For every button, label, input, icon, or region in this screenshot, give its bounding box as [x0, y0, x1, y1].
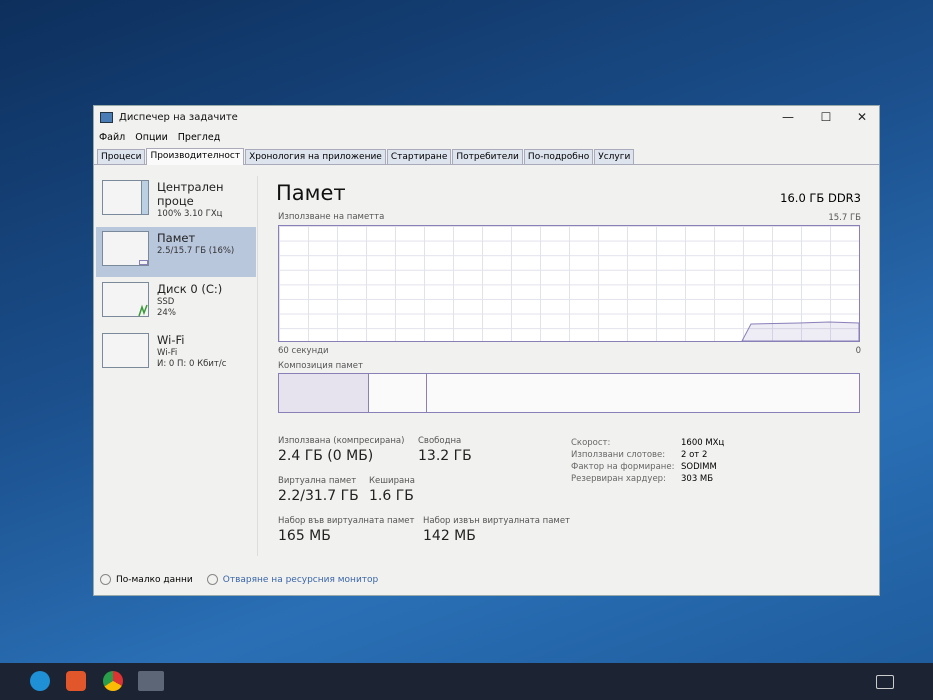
sidebar-item-memory[interactable]: Памет 2.5/15.7 ГБ (16%): [96, 227, 256, 277]
minimize-button[interactable]: —: [770, 110, 806, 124]
in-use-segment: [279, 374, 369, 412]
sidebar-label: Памет: [157, 231, 196, 245]
page-title: Памет: [276, 181, 346, 205]
wifi-thumbnail: [102, 333, 149, 368]
sidebar-sub: 2.5/15.7 ГБ (16%): [157, 246, 235, 256]
menu-view[interactable]: Преглед: [178, 132, 221, 143]
sidebar-item-wifi[interactable]: Wi-Fi Wi-Fi И: 0 П: 0 Кбит/с: [96, 329, 256, 379]
menu-options[interactable]: Опции: [135, 132, 168, 143]
maximize-button[interactable]: ☐: [808, 110, 844, 124]
resource-sidebar: Централен проце 100% 3.10 ГХц Памет 2.5/15…: [96, 176, 256, 380]
stat-in-use: Използвана (компресирана) 2.4 ГБ (0 МБ): [278, 436, 405, 464]
stat-available: Свободна 13.2 ГБ: [418, 436, 472, 464]
tab-app-history[interactable]: Хронология на приложение: [245, 149, 386, 164]
brave-icon[interactable]: [66, 671, 86, 691]
max-label: 15.7 ГБ: [828, 213, 861, 223]
memory-composition-bar: [278, 373, 860, 413]
time-label: 60 секунди: [278, 346, 329, 356]
chrome-icon[interactable]: [103, 671, 123, 691]
task-manager-icon: [100, 112, 113, 123]
sidebar-label: Централен проце: [157, 180, 224, 208]
disk-thumbnail: [102, 282, 149, 317]
divider: [257, 176, 258, 556]
close-button[interactable]: ✕: [844, 110, 880, 124]
menu-file[interactable]: Файл: [99, 132, 125, 143]
zero-label: 0: [855, 346, 861, 356]
resource-monitor-icon: [206, 574, 218, 585]
detail-key: Скорост:: [571, 438, 611, 448]
tab-users[interactable]: Потребители: [452, 149, 523, 164]
memory-usage-graph: [278, 225, 860, 342]
sidebar-sub: 24%: [157, 308, 176, 318]
detail-key: Използвани слотове:: [571, 450, 666, 460]
menu-bar: Файл Опции Преглед: [94, 129, 879, 146]
taskbar: [0, 663, 933, 700]
memory-type: 16.0 ГБ DDR3: [780, 191, 861, 205]
edge-icon[interactable]: [30, 671, 50, 691]
composition-label: Композиция памет: [278, 361, 363, 371]
usage-label: Използване на паметта: [278, 212, 385, 222]
sidebar-sub: Wi-Fi: [157, 348, 178, 358]
footer: По-малко данни Отваряне на ресурсния мон…: [100, 574, 378, 585]
title-bar: Диспечер на задачите — ☐ ✕: [94, 106, 879, 129]
tab-details[interactable]: По-подробно: [523, 149, 594, 164]
sidebar-sub: SSD: [157, 297, 175, 307]
sidebar-item-disk[interactable]: Диск 0 (C:) SSD 24%: [96, 278, 256, 328]
tab-bar: Процеси Производителност Хронология на п…: [94, 148, 879, 165]
usage-area: [741, 321, 859, 341]
stat-nonpaged-pool: Набор извън виртуалната памет 142 МБ: [423, 516, 570, 544]
stat-committed: Виртуална памет 2.2/31.7 ГБ: [278, 476, 359, 504]
cpu-thumbnail: [102, 180, 149, 215]
chevron-up-icon: [100, 574, 111, 585]
detail-value: SODIMM: [681, 462, 717, 472]
window-title: Диспечер на задачите: [119, 112, 238, 123]
tab-performance[interactable]: Производителност: [146, 148, 245, 165]
stat-paged-pool: Набор във виртуалната памет 165 МБ: [278, 516, 415, 544]
detail-value: 1600 MXц: [681, 438, 725, 448]
task-manager-window: Диспечер на задачите — ☐ ✕ Файл Опции Пр…: [93, 105, 880, 596]
detail-key: Резервиран хардуер:: [571, 474, 666, 484]
stat-cached: Кеширана 1.6 ГБ: [369, 476, 415, 504]
memory-details: Скорост: 1600 MXц Използвани слотове: 2 от…: [571, 438, 761, 484]
sidebar-label: Wi-Fi: [157, 333, 185, 347]
tab-startup[interactable]: Стартиране: [386, 149, 452, 164]
detail-value: 303 МБ: [681, 474, 714, 484]
sidebar-sub: И: 0 П: 0 Кбит/с: [157, 359, 227, 369]
task-manager-taskbar-icon[interactable]: [138, 671, 164, 691]
notification-icon[interactable]: [876, 675, 894, 689]
sidebar-item-cpu[interactable]: Централен проце 100% 3.10 ГХц: [96, 176, 256, 226]
sidebar-label: Диск 0 (C:): [157, 282, 223, 296]
sidebar-sub: 100% 3.10 ГХц: [157, 209, 223, 219]
fewer-details-button[interactable]: По-малко данни: [100, 574, 193, 585]
detail-key: Фактор на формиране:: [571, 462, 675, 472]
tab-processes[interactable]: Процеси: [97, 149, 146, 164]
cached-divider: [426, 374, 427, 412]
detail-value: 2 от 2: [681, 450, 708, 460]
tab-services[interactable]: Услуги: [594, 149, 635, 164]
memory-thumbnail: [102, 231, 149, 266]
open-resource-monitor-link[interactable]: Отваряне на ресурсния монитор: [206, 574, 378, 585]
